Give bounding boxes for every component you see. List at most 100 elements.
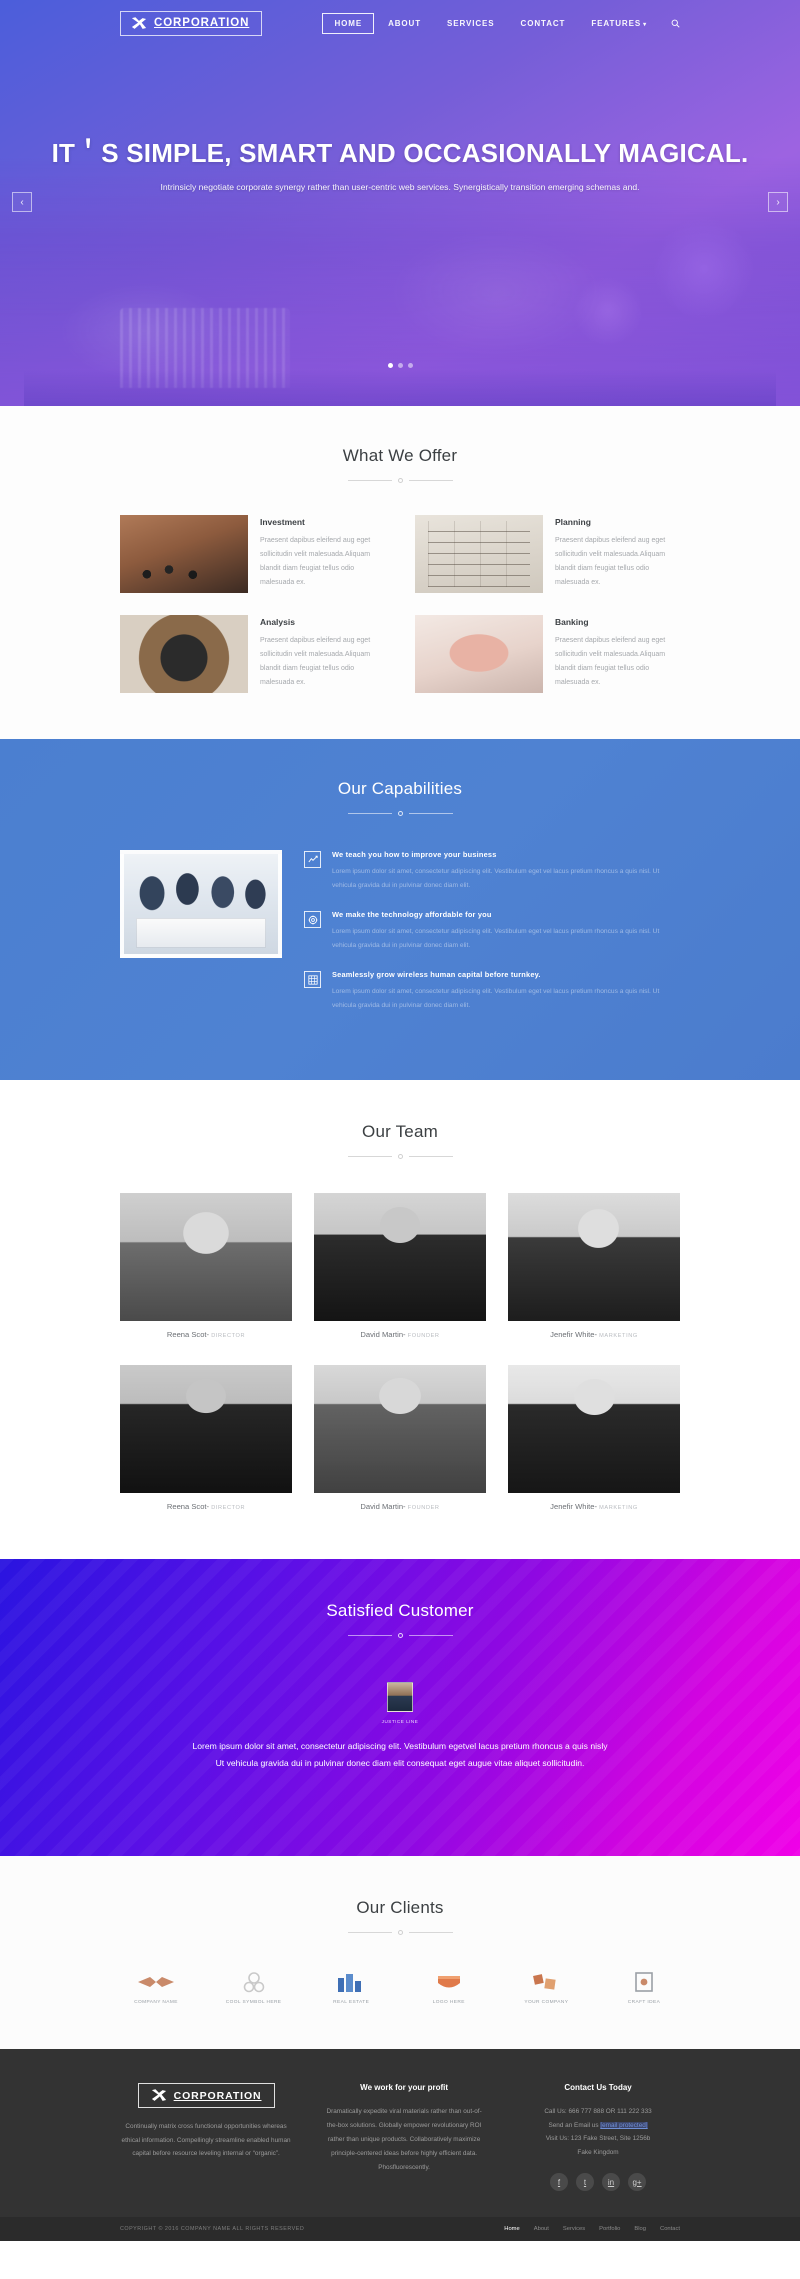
- analysis-photo: [120, 615, 248, 693]
- contact-email-link[interactable]: [email protected]: [600, 2121, 648, 2129]
- hero-prev-button[interactable]: ‹: [12, 192, 32, 212]
- team-member[interactable]: Jenefir White- MARKETING: [508, 1365, 680, 1511]
- search-icon[interactable]: [671, 19, 680, 28]
- member-photo-4: [120, 1365, 292, 1494]
- team-member[interactable]: Jenefir White- MARKETING: [508, 1193, 680, 1339]
- capability-item: Seamlessly grow wireless human capital b…: [304, 970, 680, 1012]
- wings-logo-icon: [120, 1969, 192, 1995]
- capability-item: We make the technology affordable for yo…: [304, 910, 680, 952]
- client-logo[interactable]: LOGO HERE: [413, 1969, 485, 2005]
- nav-label: HOME: [334, 18, 363, 28]
- client-logo[interactable]: Real Estate: [315, 1969, 387, 2005]
- slider-dot-2[interactable]: [397, 363, 403, 368]
- capabilities-title: Our Capabilities: [337, 779, 463, 798]
- offer-card-desc: Praesent dapibus eleifend aug eget solli…: [555, 637, 666, 686]
- client-logo[interactable]: CRAFT IDEA: [608, 1969, 680, 2005]
- contact-address-line1: Visit Us: 123 Fake Street, Site 1256b: [545, 2135, 651, 2143]
- member-caption: David Martin- FOUNDER: [314, 1330, 486, 1339]
- hero-next-button[interactable]: ›: [768, 192, 788, 212]
- offer-card[interactable]: Analysis Praesent dapibus eleifend aug e…: [120, 615, 385, 693]
- footer-nav-services[interactable]: Services: [563, 2226, 585, 2232]
- nav-label: FEATURES: [591, 18, 642, 28]
- member-separator: -: [594, 1330, 598, 1340]
- member-caption: Jenefir White- MARKETING: [508, 1330, 680, 1339]
- offer-card[interactable]: Banking Praesent dapibus eleifend aug eg…: [415, 615, 680, 693]
- member-separator: -: [206, 1502, 210, 1512]
- x-logo-icon: [131, 16, 147, 29]
- slider-dot-1[interactable]: [387, 363, 393, 368]
- contact-phone: Call Us: 666 777 888 OR 111 222 333: [544, 2108, 652, 2116]
- landing-page: CORPORATION HOME ABOUT SERVICES CONTACT …: [0, 0, 800, 2242]
- client-name: Cool Symbol Here: [225, 2000, 282, 2006]
- footer-nav-home[interactable]: Home: [504, 2226, 519, 2232]
- footer-nav-blog[interactable]: Blog: [634, 2226, 646, 2232]
- facebook-icon[interactable]: f: [550, 2173, 569, 2192]
- member-role: DIRECTOR: [211, 1505, 246, 1512]
- chart-line-icon: [304, 851, 321, 868]
- site-footer: CORPORATION Continually matrix cross fun…: [0, 2049, 800, 2218]
- footer-column-text: Dramatically expedite viral materials ra…: [326, 2108, 482, 2171]
- google-plus-icon[interactable]: g+: [628, 2173, 647, 2192]
- member-name: Reena Scot: [166, 1330, 207, 1340]
- client-logo[interactable]: Cool Symbol Here: [218, 1969, 290, 2005]
- hero-subtitle: Intrinsicly negotiate corporate synergy …: [160, 182, 640, 193]
- contact-address-line2: Fake Kingdom: [577, 2148, 619, 2156]
- capabilities-section: Our Capabilities We teach you how to imp…: [0, 739, 800, 1081]
- twitter-icon[interactable]: t: [576, 2173, 595, 2192]
- offer-title: What We Offer: [342, 446, 458, 465]
- linkedin-icon[interactable]: in: [602, 2173, 621, 2192]
- planning-photo: [415, 515, 543, 593]
- footer-social-links: f t in g+: [516, 2173, 680, 2192]
- footer-nav-about[interactable]: About: [534, 2226, 549, 2232]
- nav-item-services[interactable]: SERVICES: [435, 13, 507, 34]
- nav-item-contact[interactable]: CONTACT: [509, 13, 578, 34]
- offer-grid: Investment Praesent dapibus eleifend aug…: [120, 515, 680, 693]
- footer-contact-column: Contact Us Today Call Us: 666 777 888 OR…: [516, 2083, 680, 2192]
- capabilities-body: We teach you how to improve your busines…: [120, 850, 680, 1030]
- offer-card-desc: Praesent dapibus eleifend aug eget solli…: [555, 537, 666, 586]
- hero-title: IT＇S SIMPLE, SMART AND OCCASIONALLY MAGI…: [51, 138, 749, 168]
- section-separator: [340, 1633, 460, 1639]
- capability-body: Lorem ipsum dolor sit amet, consectetur …: [332, 928, 660, 949]
- capability-text: We teach you how to improve your busines…: [332, 850, 680, 892]
- capability-body: Lorem ipsum dolor sit amet, consectetur …: [332, 868, 660, 889]
- footer-nav-contact[interactable]: Contact: [660, 2226, 680, 2232]
- offer-card[interactable]: Investment Praesent dapibus eleifend aug…: [120, 515, 385, 593]
- footer-nav-portfolio[interactable]: Portfolio: [599, 2226, 620, 2232]
- team-member[interactable]: Reena Scot- DIRECTOR: [120, 1365, 292, 1511]
- banking-photo: [415, 615, 543, 693]
- nav-item-about[interactable]: ABOUT: [376, 13, 433, 34]
- cubes-logo-icon: [510, 1969, 582, 1995]
- slider-dot-3[interactable]: [407, 363, 413, 368]
- contact-email-line: Send an Email us [email protected]: [516, 2119, 680, 2132]
- offer-card[interactable]: Planning Praesent dapibus eleifend aug e…: [415, 515, 680, 593]
- team-member[interactable]: David Martin- FOUNDER: [314, 1193, 486, 1339]
- client-logo[interactable]: company name: [120, 1969, 192, 2005]
- customer-avatar: [387, 1682, 413, 1713]
- capabilities-list: We teach you how to improve your busines…: [304, 850, 680, 1030]
- offer-section: What We Offer Investment Praesent dapibu…: [0, 406, 800, 739]
- capability-item: We teach you how to improve your busines…: [304, 850, 680, 892]
- section-separator: [340, 1930, 460, 1936]
- frame-logo-icon: [608, 1969, 680, 1995]
- member-photo-5: [314, 1365, 486, 1494]
- clients-row: company name Cool Symbol Here Real Estat…: [120, 1969, 680, 2005]
- clients-section: Our Clients company name Cool Symbol Her…: [0, 1856, 800, 2050]
- grid-icon: [304, 971, 321, 989]
- team-member[interactable]: David Martin- FOUNDER: [314, 1365, 486, 1511]
- client-logo[interactable]: YOUR COMPANY: [510, 1969, 582, 2005]
- member-role: FOUNDER: [407, 1505, 440, 1512]
- nav-label: SERVICES: [447, 18, 495, 28]
- team-member[interactable]: Reena Scot- DIRECTOR: [120, 1193, 292, 1339]
- footer-logo[interactable]: CORPORATION: [137, 2083, 275, 2109]
- nav-item-features[interactable]: FEATURES ▾: [579, 13, 659, 34]
- site-logo[interactable]: CORPORATION: [120, 10, 263, 36]
- section-separator: [340, 478, 460, 483]
- offer-card-text: Analysis Praesent dapibus eleifend aug e…: [260, 615, 385, 690]
- copyright-text: COPYRIGHT © 2016 COMPANY NAME ALL RIGHTS…: [120, 2226, 305, 2233]
- client-name: LOGO HERE: [432, 2000, 465, 2006]
- member-name: Jenefir White: [550, 1330, 595, 1340]
- member-caption: Jenefir White- MARKETING: [508, 1502, 680, 1511]
- logo-text: CORPORATION: [154, 17, 250, 29]
- nav-item-home[interactable]: HOME: [322, 12, 375, 34]
